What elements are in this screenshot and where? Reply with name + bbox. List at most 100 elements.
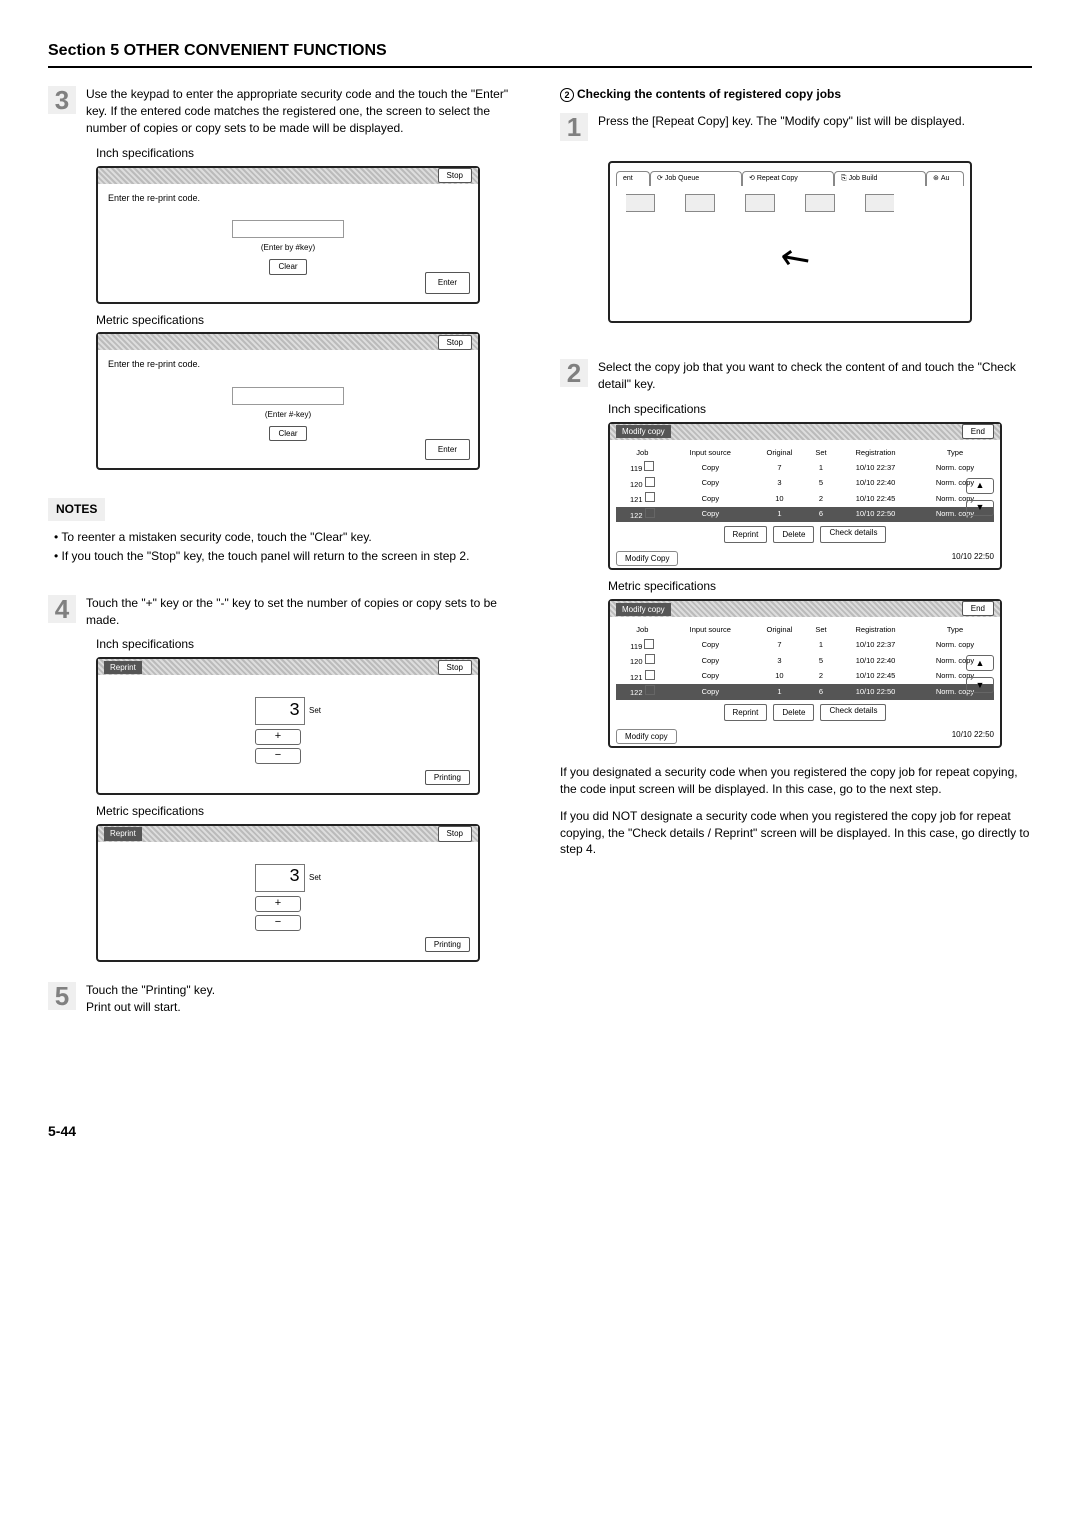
- doc-icon: [644, 639, 654, 649]
- step-4-text: Touch the "+" key or the "-" key to set …: [86, 595, 520, 629]
- folder-icon: [685, 194, 715, 212]
- check-details-button[interactable]: Check details: [820, 526, 886, 543]
- delete-button[interactable]: Delete: [773, 526, 814, 543]
- prompt-text: Enter the re-print code.: [108, 192, 468, 205]
- screen-title: Reprint: [104, 661, 142, 674]
- screen-title: Reprint: [104, 827, 142, 840]
- step-1-text: Press the [Repeat Copy] key. The "Modify…: [598, 113, 1032, 141]
- end-button[interactable]: End: [962, 424, 994, 439]
- code-input[interactable]: [232, 387, 344, 405]
- printing-button[interactable]: Printing: [425, 770, 470, 785]
- col-type: Type: [916, 446, 994, 461]
- hint-text: (Enter by #key): [108, 242, 468, 253]
- metric-spec-label-r: Metric specifications: [608, 578, 1032, 595]
- job-table: JobInput sourceOriginalSetRegistrationTy…: [616, 623, 994, 700]
- table-row[interactable]: 119 Copy7110/10 22:37Norm. copy: [616, 460, 994, 476]
- table-row-selected[interactable]: 122 Copy1610/10 22:50Norm. copy: [616, 507, 994, 523]
- set-label: Set: [309, 872, 321, 883]
- folder-icon: [626, 194, 655, 212]
- scroll-up-button[interactable]: ▲: [966, 478, 994, 494]
- plus-button[interactable]: +: [255, 896, 301, 912]
- screen-title: Modify copy: [616, 603, 671, 616]
- clear-button[interactable]: Clear: [269, 426, 306, 441]
- plus-button[interactable]: +: [255, 729, 301, 745]
- table-row[interactable]: 120 Copy3510/10 22:40Norm. copy: [616, 653, 994, 669]
- footer-left[interactable]: Modify Copy: [616, 551, 678, 566]
- code-screen-inch: Stop Enter the re-print code. (Enter by …: [96, 166, 480, 304]
- page-number: 5-44: [48, 1122, 1032, 1142]
- stop-button[interactable]: Stop: [438, 335, 472, 350]
- tab-job-queue[interactable]: ⟳ Job Queue: [650, 171, 742, 186]
- step-5-number: 5: [48, 982, 76, 1010]
- doc-icon: [645, 685, 655, 695]
- stop-button[interactable]: Stop: [438, 660, 472, 675]
- prompt-text: Enter the re-print code.: [108, 358, 468, 371]
- table-row[interactable]: 119 Copy7110/10 22:37Norm. copy: [616, 638, 994, 654]
- tab-repeat-copy[interactable]: ⟲ Repeat Copy: [742, 171, 834, 186]
- tabs-screen: ent ⟳ Job Queue ⟲ Repeat Copy ⎘ Job Buil…: [608, 161, 972, 323]
- step-3-text: Use the keypad to enter the appropriate …: [86, 86, 520, 136]
- inch-spec-label-r: Inch specifications: [608, 401, 1032, 418]
- scroll-down-button[interactable]: ▼: [966, 500, 994, 516]
- right-column: 2 Checking the contents of registered cop…: [560, 86, 1032, 1021]
- note-1: • To reenter a mistaken security code, t…: [54, 529, 520, 546]
- stop-button[interactable]: Stop: [438, 826, 472, 841]
- clock-text: 10/10 22:50: [952, 729, 994, 744]
- enter-button[interactable]: Enter: [425, 272, 470, 293]
- scroll-up-button[interactable]: ▲: [966, 655, 994, 671]
- paragraph-1: If you designated a security code when y…: [560, 764, 1032, 798]
- inch-spec-label: Inch specifications: [96, 145, 520, 162]
- left-column: 3 Use the keypad to enter the appropriat…: [48, 86, 520, 1021]
- set-label: Set: [309, 705, 321, 716]
- notes-title: NOTES: [48, 498, 105, 521]
- delete-button[interactable]: Delete: [773, 704, 814, 721]
- doc-icon: [645, 492, 655, 502]
- table-row-selected[interactable]: 122 Copy1610/10 22:50Norm. copy: [616, 684, 994, 700]
- reprint-button[interactable]: Reprint: [724, 526, 768, 543]
- doc-icon: [645, 508, 655, 518]
- scroll-down-button[interactable]: ▼: [966, 677, 994, 693]
- copy-count: 3: [255, 697, 305, 725]
- enter-button[interactable]: Enter: [425, 439, 470, 460]
- table-row[interactable]: 121 Copy10210/10 22:45Norm. copy: [616, 669, 994, 685]
- note-2: • If you touch the "Stop" key, the touch…: [54, 548, 520, 565]
- copy-count: 3: [255, 864, 305, 892]
- doc-icon: [645, 477, 655, 487]
- step-2-number: 2: [560, 359, 588, 387]
- tab-au[interactable]: ⊛ Au: [926, 171, 964, 186]
- set-screen-inch: Reprint Stop 3 + − Set Printing: [96, 657, 480, 795]
- check-details-button[interactable]: Check details: [820, 704, 886, 721]
- paragraph-2: If you did NOT designate a security code…: [560, 808, 1032, 858]
- subsection-heading: Checking the contents of registered copy…: [577, 87, 841, 101]
- folder-icon: [805, 194, 835, 212]
- col-source: Input source: [669, 446, 752, 461]
- minus-button[interactable]: −: [255, 748, 301, 764]
- footer-left[interactable]: Modify copy: [616, 729, 677, 744]
- printing-button[interactable]: Printing: [425, 937, 470, 952]
- step-1-number: 1: [560, 113, 588, 141]
- end-button[interactable]: End: [962, 601, 994, 616]
- tab-ent[interactable]: ent: [616, 171, 650, 186]
- col-set: Set: [807, 446, 835, 461]
- folder-icon: [865, 194, 894, 212]
- metric-spec-label: Metric specifications: [96, 312, 520, 329]
- col-job: Job: [616, 446, 669, 461]
- clear-button[interactable]: Clear: [269, 259, 306, 274]
- stop-button[interactable]: Stop: [438, 168, 472, 183]
- col-registration: Registration: [835, 446, 916, 461]
- tab-job-build[interactable]: ⎘ Job Build: [834, 171, 926, 186]
- hint-text: (Enter #-key): [108, 409, 468, 420]
- inch-spec-label-2: Inch specifications: [96, 636, 520, 653]
- table-row[interactable]: 120 Copy3510/10 22:40Norm. copy: [616, 476, 994, 492]
- metric-spec-label-2: Metric specifications: [96, 803, 520, 820]
- code-input[interactable]: [232, 220, 344, 238]
- step-5-text-1: Touch the "Printing" key.: [86, 982, 520, 999]
- step-2-text: Select the copy job that you want to che…: [598, 359, 1032, 393]
- modify-copy-screen-metric: Modify copy End JobInput sourceOriginalS…: [608, 599, 1002, 748]
- code-screen-metric: Stop Enter the re-print code. (Enter #-k…: [96, 332, 480, 470]
- doc-icon: [645, 654, 655, 664]
- minus-button[interactable]: −: [255, 915, 301, 931]
- table-row[interactable]: 121 Copy10210/10 22:45Norm. copy: [616, 491, 994, 507]
- reprint-button[interactable]: Reprint: [724, 704, 768, 721]
- step-5-text-2: Print out will start.: [86, 999, 520, 1016]
